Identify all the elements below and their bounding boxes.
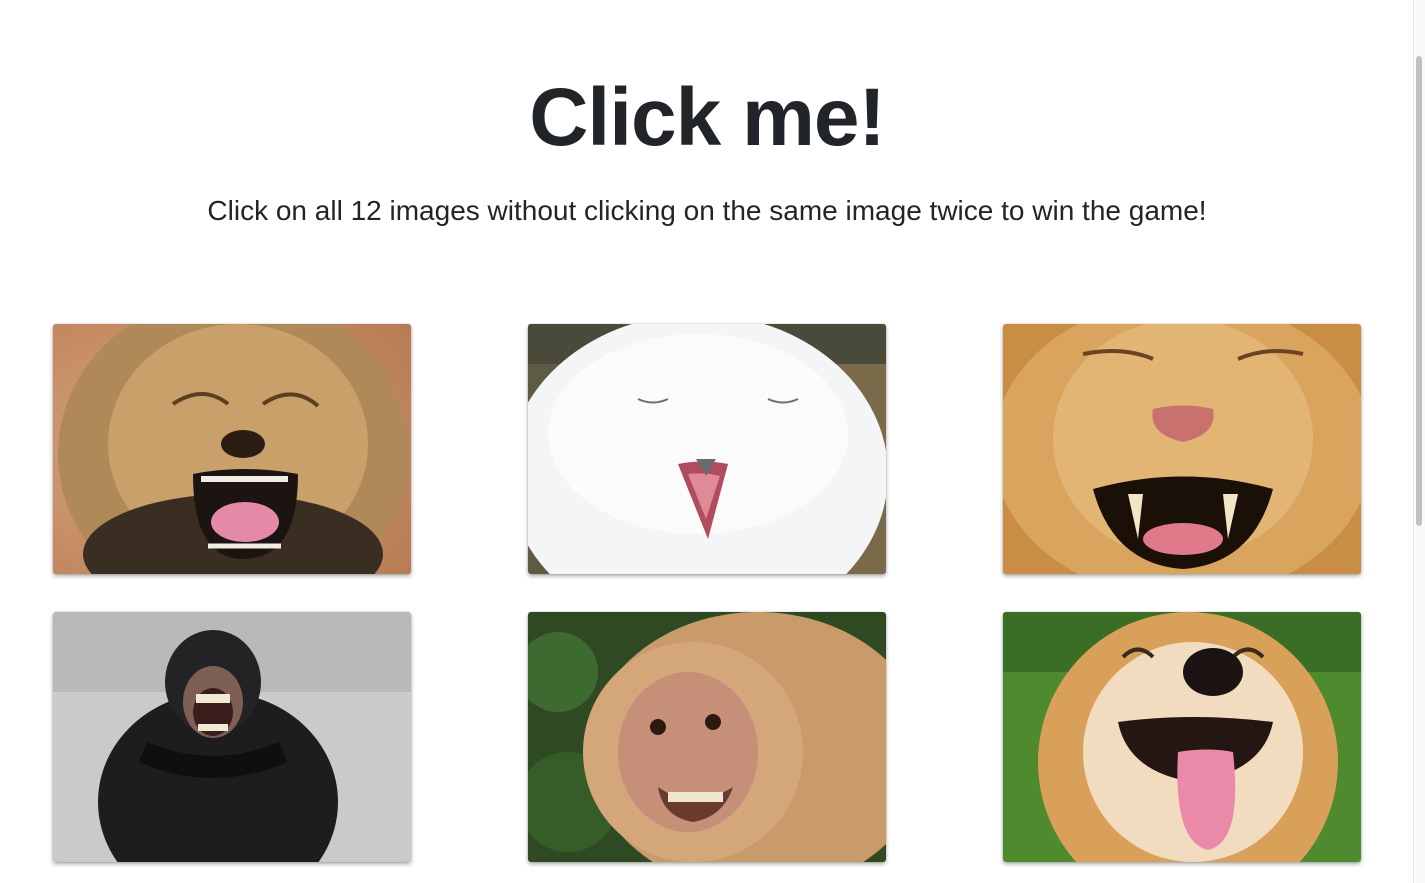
image-grid	[0, 0, 1414, 883]
laughing-lion-cub-image[interactable]	[53, 324, 411, 574]
vertical-scrollbar[interactable]	[1413, 0, 1425, 883]
smiling-shiba-dog-image[interactable]	[1003, 612, 1361, 862]
scrollbar-thumb[interactable]	[1416, 56, 1422, 526]
laughing-chimpanzee-image[interactable]	[53, 612, 411, 862]
grinning-lion-image[interactable]	[1003, 324, 1361, 574]
page: Click me! Click on all 12 images without…	[0, 0, 1425, 883]
smiling-white-owl-image[interactable]	[528, 324, 886, 574]
smiling-monkey-image[interactable]	[528, 612, 886, 862]
